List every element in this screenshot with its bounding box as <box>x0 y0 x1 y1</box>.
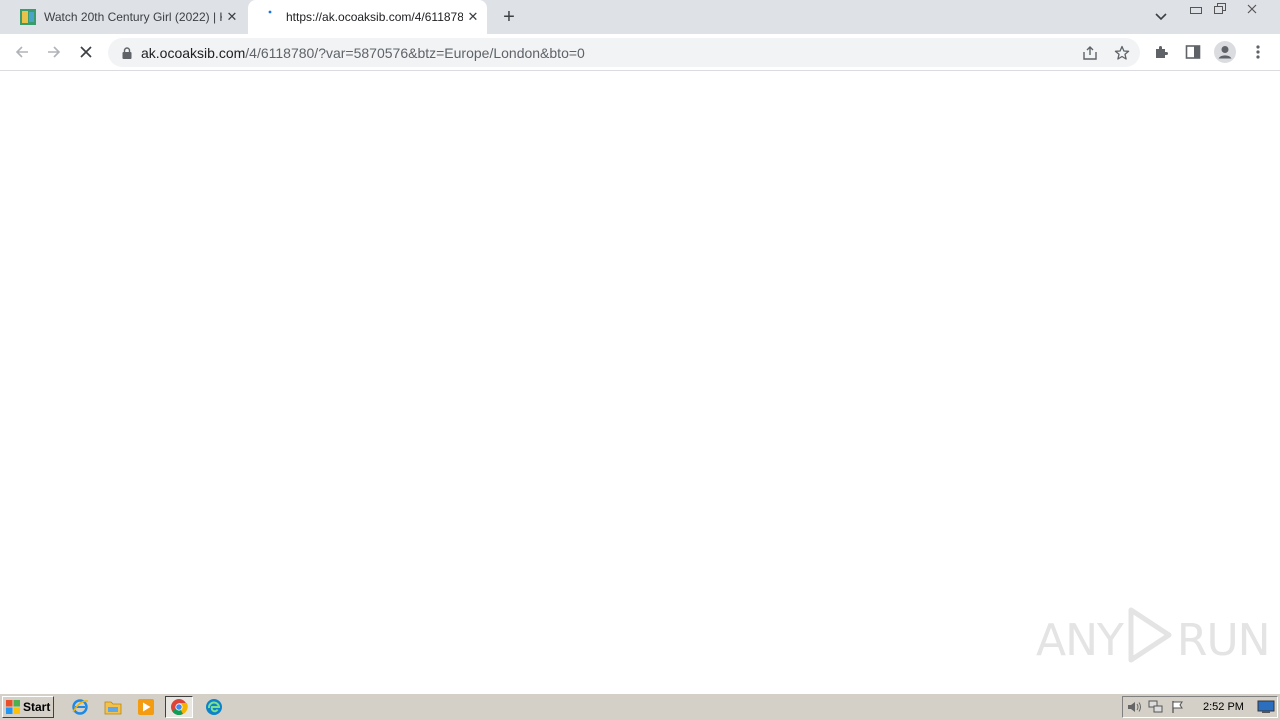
url-text[interactable]: ak.ocoaksib.com/4/6118780/?var=5870576&b… <box>141 45 585 61</box>
new-tab-button[interactable]: + <box>497 5 521 29</box>
chrome-icon[interactable] <box>165 696 193 718</box>
action-center-flag-icon[interactable] <box>1167 697 1189 717</box>
url-path: /4/6118780/?var=5870576&btz=Europe/Londo… <box>245 44 585 61</box>
start-label: Start <box>23 700 51 714</box>
tab-ocoaksib[interactable]: https://ak.ocoaksib.com/4/6118780/ ✕ <box>248 0 487 34</box>
edge-icon[interactable] <box>200 696 228 718</box>
bookmark-star-icon[interactable] <box>1110 41 1134 65</box>
page-content: ANY RUN <box>0 72 1280 692</box>
anyrun-watermark: ANY RUN <box>1036 606 1271 675</box>
network-icon[interactable] <box>1145 697 1167 717</box>
tab-20th-century-girl[interactable]: Watch 20th Century Girl (2022) | Kor ✕ <box>8 0 246 34</box>
close-tab-icon[interactable]: ✕ <box>222 7 242 27</box>
side-panel-icon[interactable] <box>1180 39 1206 65</box>
extensions-puzzle-icon[interactable] <box>1148 39 1174 65</box>
restore-icon[interactable] <box>1208 0 1232 18</box>
volume-icon[interactable] <box>1123 697 1145 717</box>
forward-arrow-icon <box>48 46 61 58</box>
taskbar: Start 2:52 PM <box>0 693 1280 720</box>
start-button[interactable]: Start <box>2 696 54 718</box>
menu-kebab-icon[interactable] <box>1245 39 1271 65</box>
browser-toolbar: ak.ocoaksib.com/4/6118780/?var=5870576&b… <box>0 34 1280 71</box>
forward-button[interactable] <box>40 38 68 66</box>
close-tab-icon[interactable]: ✕ <box>463 7 483 27</box>
stop-loading-button[interactable] <box>72 38 100 66</box>
tab-search-chevron-icon[interactable] <box>1150 6 1172 28</box>
back-button[interactable] <box>8 38 36 66</box>
window-close-icon[interactable] <box>1240 0 1264 18</box>
windows-logo-icon <box>6 700 20 714</box>
back-arrow-icon <box>15 46 28 58</box>
clock[interactable]: 2:52 PM <box>1203 701 1244 713</box>
tab-strip: Watch 20th Century Girl (2022) | Kor ✕ h… <box>0 0 1280 34</box>
lock-icon[interactable] <box>120 46 134 60</box>
watermark-play-icon <box>1127 606 1173 675</box>
tab-title: https://ak.ocoaksib.com/4/6118780/ <box>286 10 463 24</box>
loading-spinner-icon <box>262 9 278 25</box>
minimize-icon[interactable] <box>1184 0 1208 18</box>
url-host: ak.ocoaksib.com <box>141 44 246 61</box>
watermark-right-text: RUN <box>1176 614 1271 666</box>
profile-avatar-icon[interactable] <box>1212 39 1238 65</box>
media-player-icon[interactable] <box>132 696 160 718</box>
address-bar[interactable]: ak.ocoaksib.com/4/6118780/?var=5870576&b… <box>108 38 1140 67</box>
stop-x-icon <box>80 46 92 58</box>
watermark-left-text: ANY <box>1036 614 1124 666</box>
site-favicon-icon <box>20 9 36 25</box>
tab-title: Watch 20th Century Girl (2022) | Kor <box>44 10 222 24</box>
ie-icon[interactable] <box>66 696 94 718</box>
share-icon[interactable] <box>1078 41 1102 65</box>
explorer-icon[interactable] <box>99 696 127 718</box>
show-desktop-icon[interactable] <box>1254 696 1278 718</box>
